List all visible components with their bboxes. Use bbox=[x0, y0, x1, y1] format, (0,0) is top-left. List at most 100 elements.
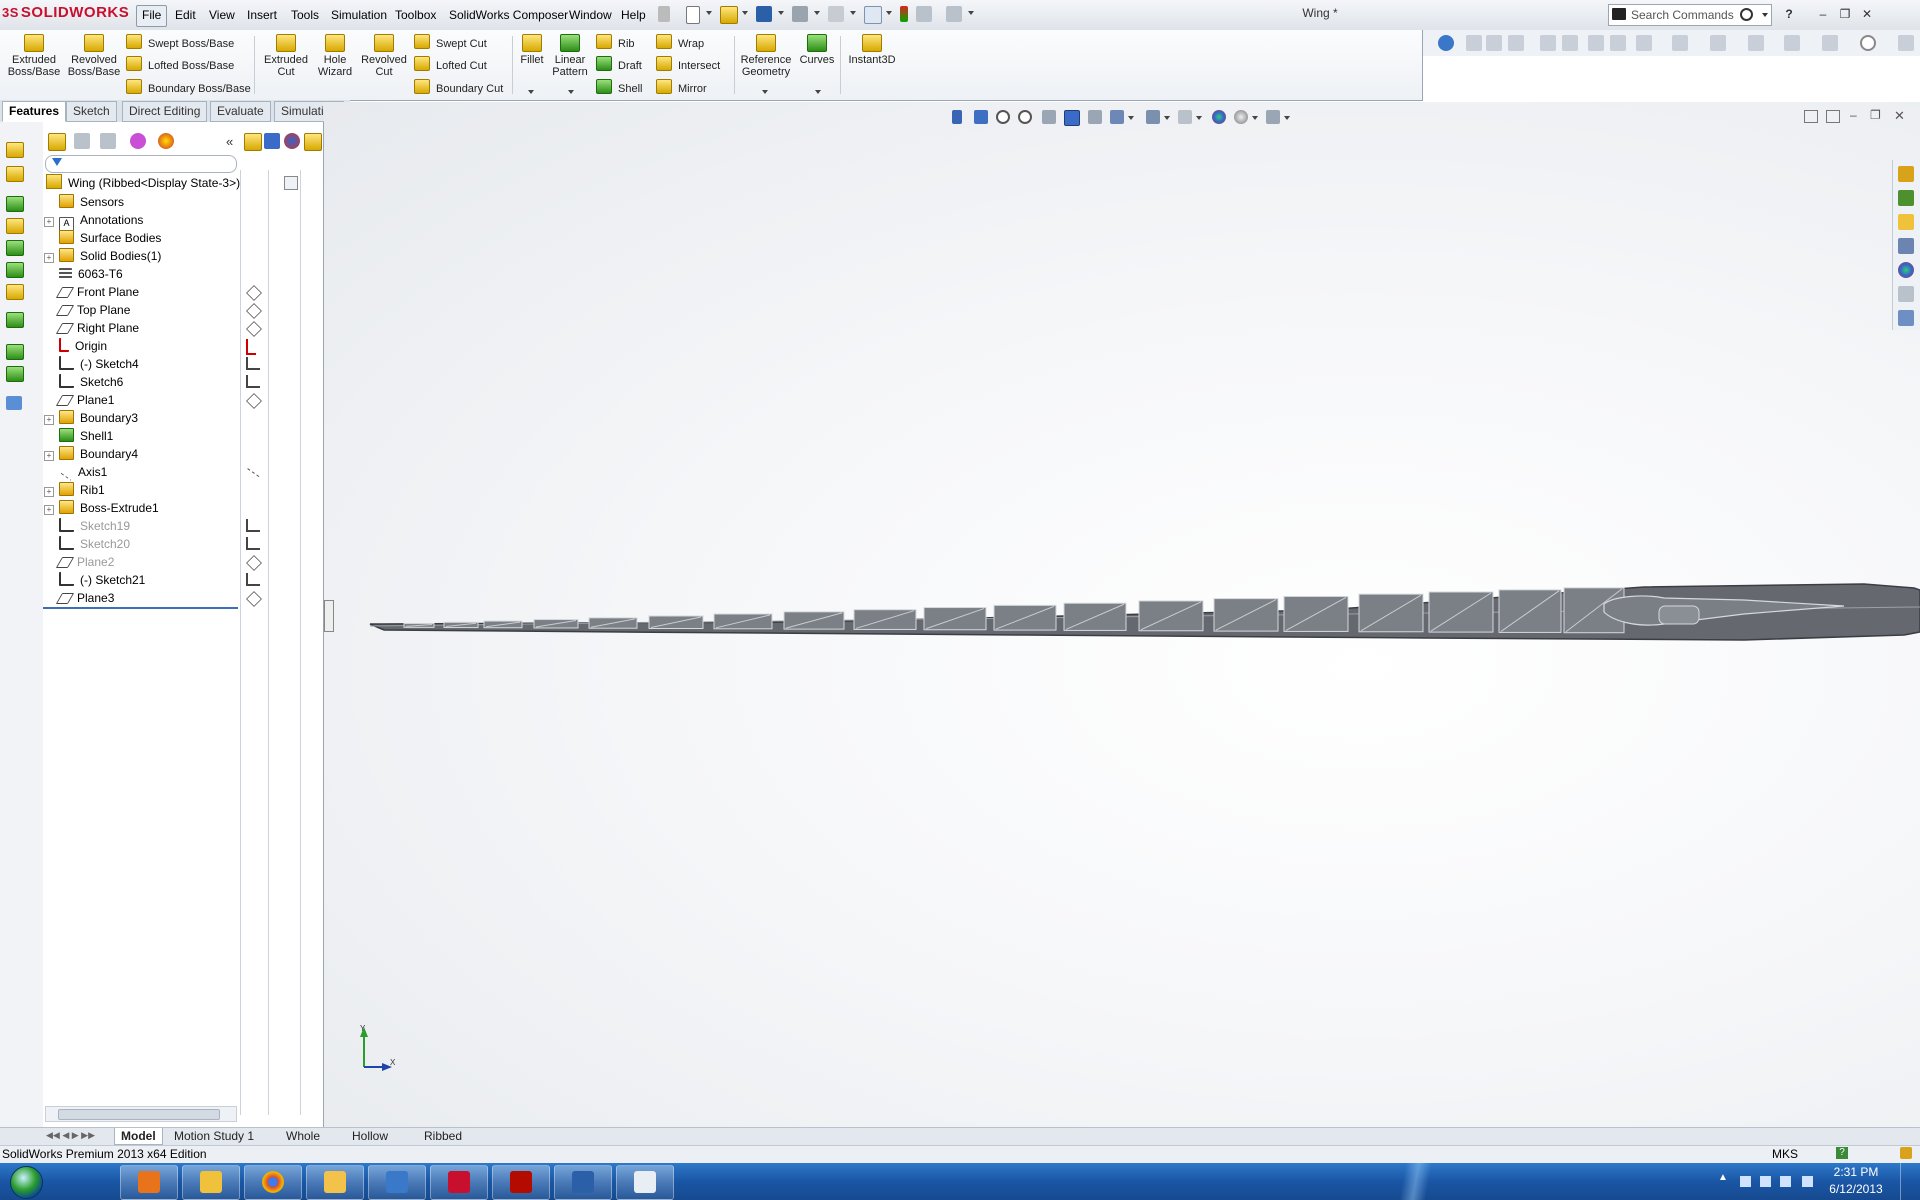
sketch-visibility-icon[interactable] bbox=[246, 573, 260, 586]
select-pointer-icon[interactable] bbox=[864, 6, 882, 24]
chevron-down-icon[interactable] bbox=[814, 11, 820, 15]
feature-tree-item[interactable]: Sketch6 bbox=[44, 373, 123, 391]
menu-file[interactable]: File bbox=[136, 5, 168, 27]
expand-icon[interactable]: + bbox=[44, 505, 54, 515]
chevron-down-icon[interactable] bbox=[568, 90, 574, 94]
menu-toolbox[interactable]: Toolbox bbox=[390, 5, 441, 25]
undo-icon[interactable] bbox=[828, 6, 844, 22]
hole-wizard-button[interactable]: Hole Wizard bbox=[310, 34, 360, 78]
reference-tool-icon[interactable] bbox=[6, 344, 24, 360]
feature-tree-tab-icon[interactable] bbox=[48, 133, 66, 151]
origin-visibility-icon[interactable] bbox=[246, 339, 256, 355]
curve-tool-icon[interactable] bbox=[6, 366, 24, 382]
chevron-down-icon[interactable] bbox=[706, 11, 712, 15]
scrollbar-thumb[interactable] bbox=[58, 1109, 220, 1120]
feature-tree-item[interactable]: Axis1 bbox=[44, 463, 107, 482]
expand-icon[interactable]: + bbox=[44, 415, 54, 425]
tab-model[interactable]: Model bbox=[114, 1128, 163, 1145]
tab-evaluate[interactable]: Evaluate bbox=[210, 101, 271, 122]
display-pane-icon[interactable] bbox=[244, 133, 262, 151]
collapse-panel-icon[interactable]: « bbox=[226, 134, 233, 149]
grid-icon[interactable] bbox=[1822, 35, 1838, 51]
sketch-visibility-icon[interactable] bbox=[246, 357, 260, 370]
menu-help[interactable]: Help bbox=[616, 5, 651, 25]
transparency-icon[interactable] bbox=[304, 133, 322, 151]
taskbar-app-word[interactable] bbox=[554, 1165, 612, 1200]
tab-ribbed[interactable]: Ribbed bbox=[418, 1128, 468, 1144]
taskbar-app-solidworks[interactable] bbox=[430, 1165, 488, 1200]
rib-tool-icon[interactable] bbox=[6, 218, 24, 234]
tab-features[interactable]: Features bbox=[2, 101, 67, 122]
printer-icon[interactable] bbox=[1562, 35, 1578, 51]
feature-tree-item[interactable]: Surface Bodies bbox=[44, 229, 161, 247]
power-icon[interactable] bbox=[1760, 1176, 1771, 1187]
feature-tree-item[interactable]: Plane2 bbox=[44, 553, 114, 571]
reference-geometry-button[interactable]: Reference Geometry bbox=[738, 34, 794, 78]
feature-tree-item[interactable]: Plane3 bbox=[44, 589, 114, 607]
taskbar-app-file-explorer[interactable] bbox=[182, 1165, 240, 1200]
sketch-visibility-icon[interactable] bbox=[246, 375, 260, 388]
sketch-visibility-icon[interactable] bbox=[246, 537, 260, 550]
instant3d-tool-icon[interactable] bbox=[6, 396, 22, 410]
pattern-tool-icon[interactable] bbox=[6, 312, 24, 328]
copy-icon[interactable] bbox=[1486, 35, 1502, 51]
chevron-down-icon[interactable] bbox=[968, 11, 974, 15]
chevron-down-icon[interactable] bbox=[528, 90, 534, 94]
search-commands-input[interactable]: Search Commands bbox=[1608, 4, 1772, 26]
menu-simulation[interactable]: Simulation bbox=[326, 5, 392, 25]
tab-motion-study-1[interactable]: Motion Study 1 bbox=[168, 1128, 260, 1144]
fillet-button[interactable]: Fillet bbox=[516, 34, 548, 66]
align-icon[interactable] bbox=[1636, 35, 1652, 51]
tab-whole[interactable]: Whole bbox=[280, 1128, 326, 1144]
help-status-icon[interactable]: ? bbox=[1836, 1147, 1848, 1159]
solidworks-logo[interactable]: 3S SOLIDWORKS bbox=[2, 4, 129, 26]
feature-tree-item[interactable]: Top Plane bbox=[44, 301, 130, 319]
taskbar-app-media-player[interactable] bbox=[120, 1165, 178, 1200]
taskbar-app-outlook[interactable] bbox=[306, 1165, 364, 1200]
swept-cut-button[interactable]: Swept Cut bbox=[414, 34, 487, 52]
save-icon[interactable] bbox=[756, 6, 772, 22]
target-icon[interactable] bbox=[1860, 35, 1876, 51]
help-icon[interactable]: ? bbox=[1780, 6, 1798, 22]
lofted-cut-button[interactable]: Lofted Cut bbox=[414, 56, 487, 74]
display-manager-tab-icon[interactable] bbox=[158, 133, 174, 149]
fillet-tool-icon[interactable] bbox=[6, 196, 24, 212]
feature-tree-item[interactable]: Sketch19 bbox=[44, 517, 130, 535]
options-icon[interactable] bbox=[946, 6, 962, 22]
feature-tree-item[interactable]: Sketch20 bbox=[44, 535, 130, 553]
expand-icon[interactable]: + bbox=[44, 451, 54, 461]
print-icon[interactable] bbox=[792, 6, 808, 22]
instant3d-button[interactable]: Instant3D bbox=[844, 34, 900, 66]
layers-icon[interactable] bbox=[1748, 35, 1764, 51]
tab-sketch[interactable]: Sketch bbox=[66, 101, 117, 122]
feature-tree-item[interactable]: Right Plane bbox=[44, 319, 139, 337]
zoom-icon[interactable] bbox=[1438, 35, 1454, 51]
extruded-cut-button[interactable]: Extruded Cut bbox=[258, 34, 314, 78]
curves-button[interactable]: Curves bbox=[798, 34, 836, 66]
shell-tool-icon[interactable] bbox=[6, 240, 24, 256]
shell-button[interactable]: Shell bbox=[596, 79, 642, 97]
distribute-icon[interactable] bbox=[1710, 35, 1726, 51]
file-properties-icon[interactable] bbox=[916, 6, 932, 22]
extruded-boss-button[interactable]: Extruded Boss/Base bbox=[6, 34, 62, 78]
tab-hollow[interactable]: Hollow bbox=[346, 1128, 394, 1144]
expand-icon[interactable]: + bbox=[44, 487, 54, 497]
feature-tree-item[interactable]: (-) Sketch21 bbox=[44, 571, 145, 589]
swept-boss-button[interactable]: Swept Boss/Base bbox=[126, 34, 234, 52]
menu-window[interactable]: Window bbox=[564, 5, 617, 25]
rebuild-icon[interactable] bbox=[900, 6, 908, 22]
unit-system[interactable]: MKS bbox=[1772, 1146, 1798, 1162]
feature-tree-root[interactable]: Wing (Ribbed<Display State-3>) bbox=[46, 174, 240, 192]
display-mode-icon[interactable] bbox=[264, 133, 280, 149]
chevron-down-icon[interactable] bbox=[742, 11, 748, 15]
menu-view[interactable]: View bbox=[204, 5, 240, 25]
cut-tool-icon[interactable] bbox=[6, 166, 24, 182]
feature-tree-item[interactable]: Front Plane bbox=[44, 283, 139, 301]
chevron-down-icon[interactable] bbox=[1762, 13, 1768, 17]
settings-icon[interactable] bbox=[1898, 35, 1914, 51]
rollback-bar[interactable] bbox=[43, 607, 238, 609]
menu-tools[interactable]: Tools bbox=[286, 5, 324, 25]
taskbar-app-paint[interactable] bbox=[616, 1165, 674, 1200]
new-document-icon[interactable] bbox=[686, 6, 700, 24]
chevron-down-icon[interactable] bbox=[762, 90, 768, 94]
